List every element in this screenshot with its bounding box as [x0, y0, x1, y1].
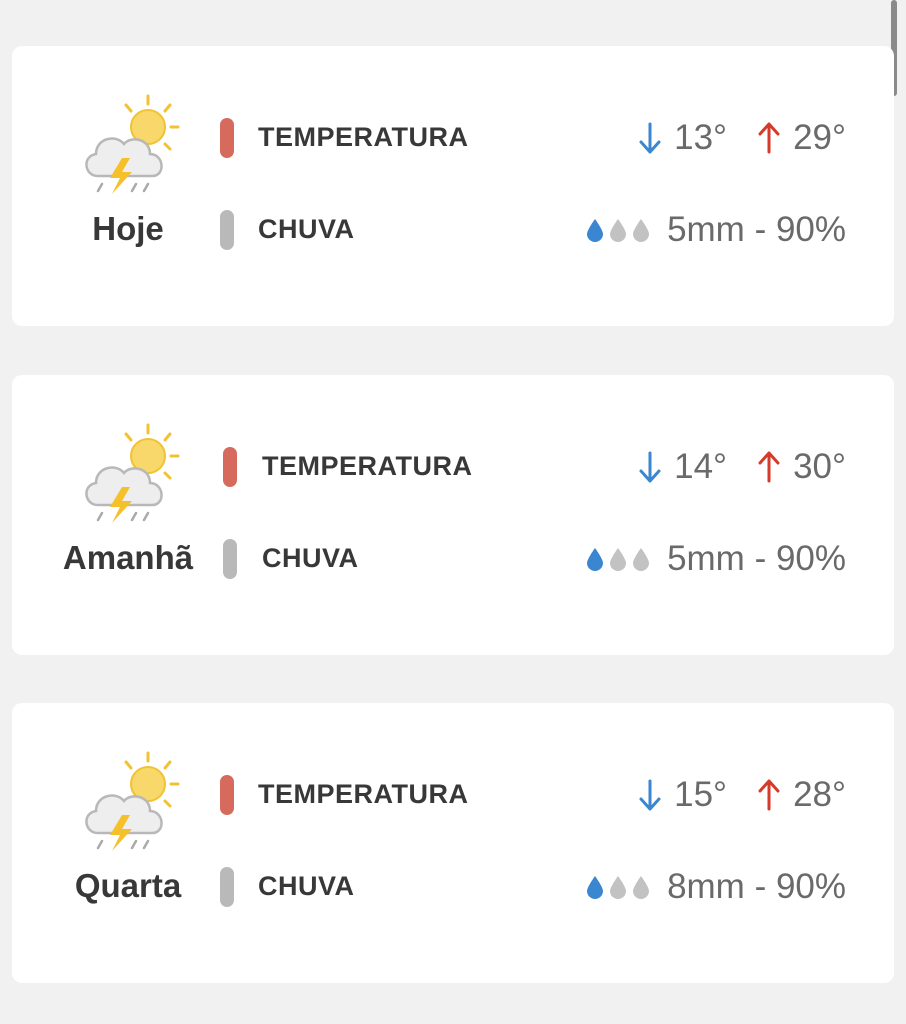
rain-indicator — [220, 867, 234, 907]
rain-amount: 5mm - 90% — [667, 210, 846, 249]
sun-cloud-thunderstorm-icon — [85, 751, 180, 851]
temperature-indicator — [220, 775, 234, 815]
min-temperature: 13° — [674, 118, 728, 157]
rain-amount: 8mm - 90% — [667, 867, 846, 906]
max-temperature: 29° — [793, 118, 846, 157]
temperature-label: TEMPERATURA — [262, 451, 473, 481]
arrow-down-icon — [639, 451, 661, 483]
raindrop-empty-icon — [633, 548, 650, 571]
raindrop-filled-icon — [587, 548, 604, 571]
raindrop-filled-icon — [587, 219, 604, 242]
arrow-up-icon — [758, 451, 780, 483]
temperature-indicator — [223, 447, 237, 487]
temperature-label: TEMPERATURA — [258, 122, 469, 152]
rain-indicator — [220, 210, 234, 250]
min-temperature: 14° — [674, 447, 728, 486]
forecast-card-wednesday[interactable]: Quarta TEMPERATURA 15° 28° CHUVA 8mm - 9… — [12, 703, 894, 983]
arrow-down-icon — [639, 122, 661, 154]
temperature-values: 14° 30° — [638, 447, 846, 487]
day-label: Quarta — [74, 867, 182, 904]
arrow-up-icon — [758, 122, 780, 154]
arrow-down-icon — [639, 779, 661, 811]
max-temperature: 30° — [793, 447, 846, 486]
temperature-values: 15° 28° — [638, 775, 846, 815]
day-label: Amanhã — [62, 539, 194, 576]
raindrop-empty-icon — [633, 219, 650, 242]
forecast-card-today[interactable]: Hoje TEMPERATURA 13° 29° CHUVA 5mm - 90% — [12, 46, 894, 326]
arrow-up-icon — [758, 779, 780, 811]
rain-values: 5mm - 90% — [586, 210, 846, 250]
rain-label: CHUVA — [258, 871, 355, 901]
rain-intensity — [586, 547, 655, 571]
rain-intensity — [586, 218, 655, 242]
min-temperature: 15° — [674, 775, 728, 814]
rain-indicator — [223, 539, 237, 579]
rain-intensity — [586, 875, 655, 899]
temperature-indicator — [220, 118, 234, 158]
rain-label: CHUVA — [262, 543, 359, 573]
raindrop-empty-icon — [610, 876, 627, 899]
forecast-card-tomorrow[interactable]: Amanhã TEMPERATURA 14° 30° CHUVA 5mm - 9… — [12, 375, 894, 655]
max-temperature: 28° — [793, 775, 846, 814]
raindrop-empty-icon — [610, 219, 627, 242]
temperature-values: 13° 29° — [638, 118, 846, 158]
rain-values: 8mm - 90% — [586, 867, 846, 907]
rain-label: CHUVA — [258, 214, 355, 244]
day-label: Hoje — [92, 210, 164, 247]
raindrop-empty-icon — [633, 876, 650, 899]
rain-values: 5mm - 90% — [586, 539, 846, 579]
raindrop-empty-icon — [610, 548, 627, 571]
sun-cloud-thunderstorm-icon — [85, 423, 180, 523]
sun-cloud-thunderstorm-icon — [85, 94, 180, 194]
rain-amount: 5mm - 90% — [667, 539, 846, 578]
raindrop-filled-icon — [587, 876, 604, 899]
temperature-label: TEMPERATURA — [258, 779, 469, 809]
